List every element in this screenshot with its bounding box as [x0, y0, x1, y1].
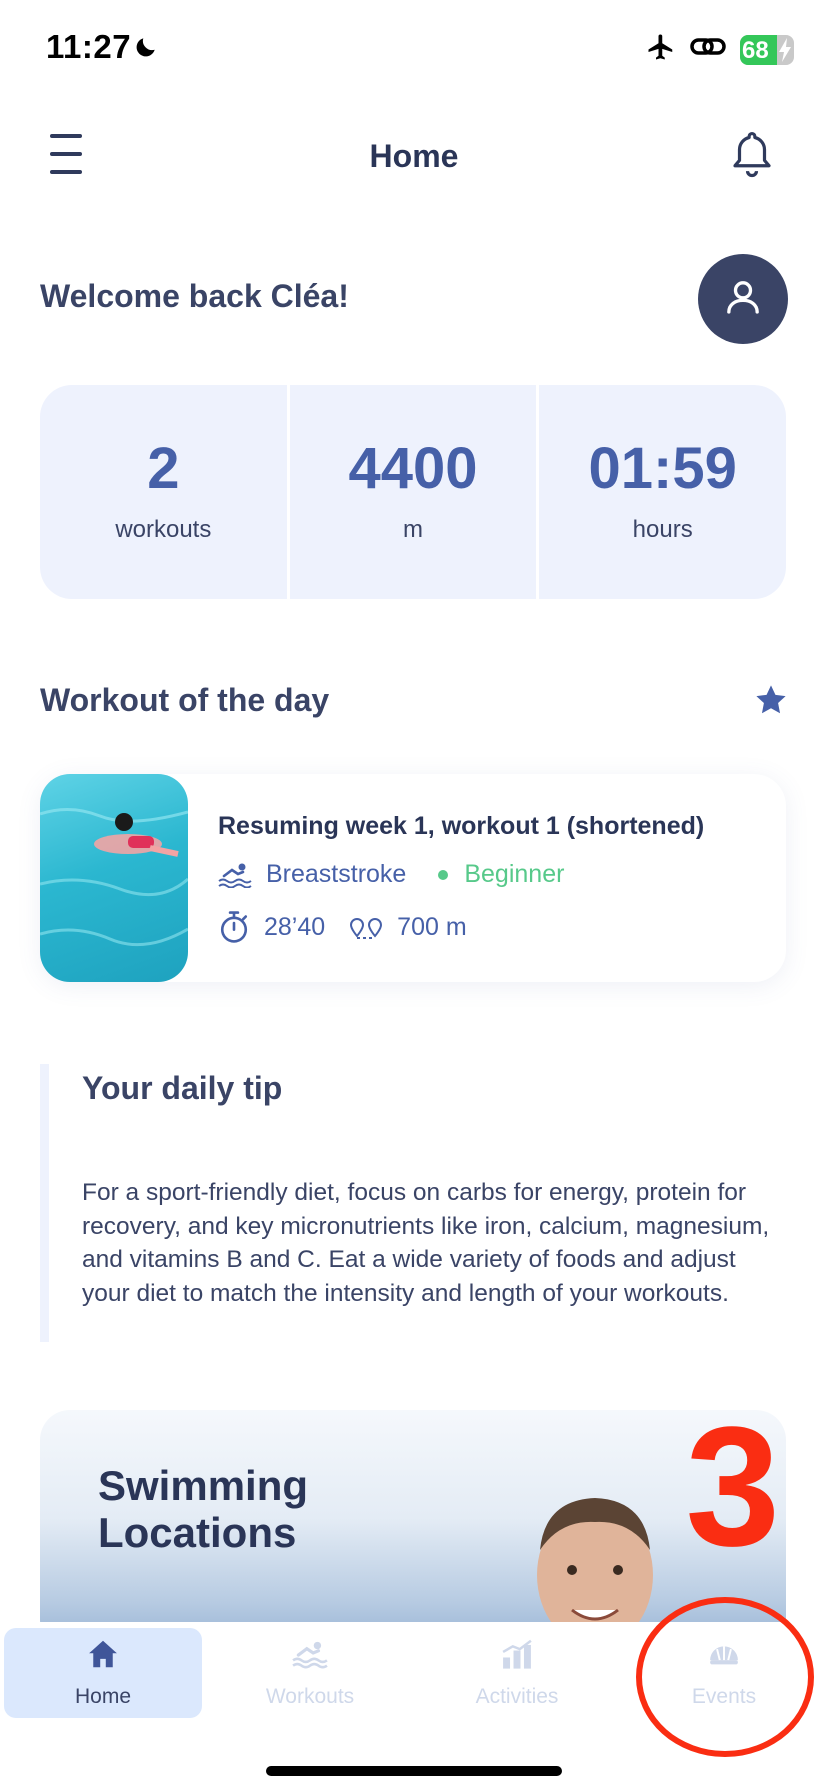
level-dot — [438, 869, 449, 880]
workout-meta-row: Breaststroke Beginner — [218, 860, 564, 889]
workout-level: Beginner — [464, 860, 565, 888]
stat-value: 2 — [147, 436, 180, 501]
battery-icon: 68 — [740, 34, 794, 65]
daily-tip-title: Your daily tip — [82, 1070, 283, 1106]
stats-panel: 2 workouts 4400 m 01:59 hours — [40, 385, 786, 599]
distance-pin-icon — [349, 914, 383, 940]
avatar[interactable] — [698, 254, 788, 344]
locations-title: Swimming Locations — [98, 1462, 308, 1556]
welcome-text: Welcome back Cléa! — [40, 278, 349, 314]
status-icons: 68 — [646, 32, 794, 67]
stat-workouts: 2 workouts — [40, 385, 290, 599]
daily-tip-text: For a sport-friendly diet, focus on carb… — [82, 1179, 770, 1307]
swimmer-icon — [218, 862, 252, 888]
charging-bolt-icon — [778, 37, 792, 65]
stat-value: 4400 — [348, 436, 478, 501]
bell-icon[interactable] — [730, 130, 774, 185]
tab-home[interactable]: Home — [4, 1628, 202, 1718]
stat-value: 01:59 — [588, 436, 737, 501]
workout-duration: 28’40 — [264, 912, 326, 941]
workout-title: Resuming week 1, workout 1 (shortened) — [218, 812, 705, 840]
stat-label: workouts — [115, 516, 212, 543]
workout-of-day-title: Workout of the day — [40, 682, 330, 718]
daily-tip: Your daily tip For a sport-friendly diet… — [40, 1064, 786, 1342]
battery-level: 68 — [742, 36, 769, 64]
stat-hours: 01:59 hours — [539, 385, 786, 599]
home-indicator — [266, 1766, 562, 1776]
page-title: Home — [369, 138, 459, 174]
tab-label: Workouts — [265, 1684, 355, 1708]
stat-distance: 4400 m — [290, 385, 540, 599]
home-icon — [86, 1638, 120, 1675]
stat-label: m — [403, 516, 423, 543]
tab-label: Activities — [475, 1684, 559, 1708]
stopwatch-icon — [218, 910, 250, 944]
tab-label: Home — [74, 1684, 132, 1708]
link-icon — [690, 34, 726, 65]
chart-icon — [500, 1638, 534, 1675]
status-time: 11:27 — [46, 28, 132, 65]
swimmer-icon — [292, 1638, 328, 1675]
tab-label: Events — [691, 1684, 757, 1708]
locations-title-line: Swimming — [98, 1462, 309, 1509]
star-icon[interactable] — [754, 684, 788, 721]
annotation-number: 3 — [685, 1410, 780, 1582]
swim-cap-icon — [707, 1638, 741, 1675]
stat-label: hours — [632, 516, 693, 543]
status-bar: 11:27 68 — [0, 0, 828, 100]
tab-events[interactable]: Events — [625, 1628, 823, 1718]
workout-meta-row: 28’40 700 m — [218, 910, 467, 944]
moon-icon — [133, 34, 159, 65]
tab-workouts[interactable]: Workouts — [211, 1628, 409, 1718]
workout-card[interactable]: Resuming week 1, workout 1 (shortened) B… — [40, 774, 786, 982]
tab-activities[interactable]: Activities — [418, 1628, 616, 1718]
airplane-icon — [646, 32, 676, 67]
workout-distance: 700 m — [397, 912, 467, 941]
locations-title-line: Locations — [98, 1509, 297, 1557]
swimming-locations-banner[interactable]: Swimming Locations 3 — [40, 1410, 786, 1650]
app-header: Home — [0, 110, 828, 200]
workout-stroke: Breaststroke — [266, 860, 407, 888]
workout-thumbnail — [40, 774, 188, 982]
user-icon — [723, 277, 763, 322]
